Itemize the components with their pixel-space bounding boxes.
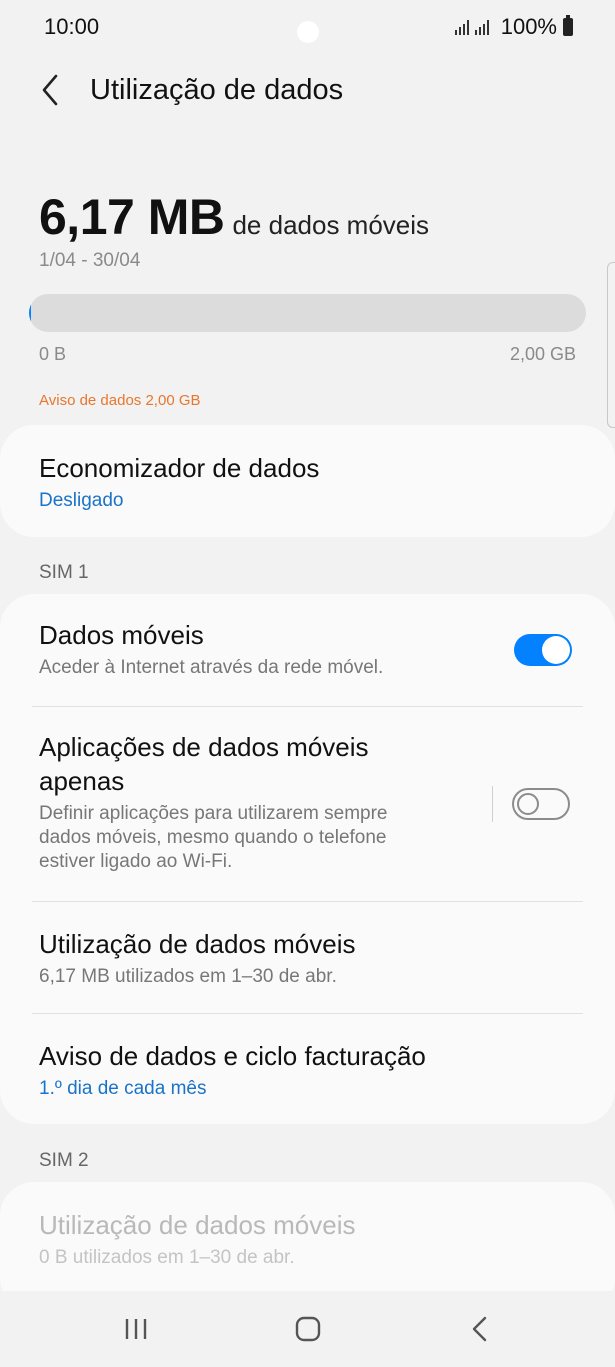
usage-progress-fill (29, 294, 31, 332)
home-button[interactable] (288, 1309, 328, 1349)
sim1-card: Dados móveis Aceder à Internet através d… (0, 594, 615, 1124)
mobile-only-apps-title-line2: apenas (39, 766, 125, 796)
usage-period: 1/04 - 30/04 (39, 250, 141, 271)
divider (32, 706, 583, 707)
back-button[interactable] (36, 72, 66, 108)
page-title: Utilização de dados (90, 74, 344, 106)
status-icons: 100% (454, 14, 573, 40)
usage-amount: 6,17 MB (39, 189, 225, 245)
status-bar: 10:00 100% (0, 0, 615, 56)
data-saver-status: Desligado (39, 490, 124, 511)
mobile-data-subtitle: Aceder à Internet através da rede móvel. (39, 657, 384, 678)
navigation-bar (0, 1291, 615, 1367)
mobile-only-apps-toggle[interactable] (512, 788, 570, 820)
nav-back-icon (472, 1316, 487, 1342)
sim2-usage-subtitle: 0 B utilizados em 1–30 de abr. (39, 1247, 295, 1268)
mobile-data-toggle[interactable] (514, 634, 572, 666)
mobile-only-apps-title: Aplicações de dados móveis apenas (39, 730, 485, 798)
sim2-usage-row: Utilização de dados móveis 0 B utilizado… (39, 1208, 576, 1270)
divider (32, 901, 583, 902)
sim2-usage-title: Utilização de dados móveis (39, 1210, 356, 1240)
mobile-usage-subtitle: 6,17 MB utilizados em 1–30 de abr. (39, 966, 337, 987)
recents-icon (125, 1319, 147, 1339)
mobile-data-row[interactable]: Dados móveis Aceder à Internet através d… (39, 618, 576, 680)
camera-cutout (297, 21, 319, 43)
usage-summary: 6,17 MB de dados móveis (39, 188, 429, 246)
chevron-left-icon (42, 74, 58, 106)
billing-cycle-subtitle: 1.º dia de cada mês (39, 1078, 207, 1099)
scroll-indicator (607, 262, 615, 428)
toggle-knob (542, 636, 570, 664)
mobile-only-apps-subtitle-line1: Definir aplicações para utilizarem sempr… (39, 803, 388, 824)
status-time: 10:00 (44, 14, 100, 39)
usage-axis-max: 2,00 GB (509, 344, 576, 364)
data-warning-label: Aviso de dados 2,00 GB (39, 392, 201, 409)
vertical-separator (492, 786, 493, 822)
recents-button[interactable] (116, 1309, 156, 1349)
billing-cycle-row[interactable]: Aviso de dados e ciclo facturação 1.º di… (39, 1039, 576, 1101)
mobile-usage-title: Utilização de dados móveis (39, 929, 356, 959)
mobile-only-apps-title-line1: Aplicações de dados móveis (39, 732, 369, 762)
phone-screen: 10:00 100% Utilização de dados 6,17 MB de… (0, 0, 615, 1367)
signal-icon (474, 19, 489, 35)
usage-suffix: de dados móveis (232, 210, 430, 240)
toggle-knob (517, 793, 539, 815)
mobile-data-title: Dados móveis (39, 620, 204, 650)
nav-back-button[interactable] (460, 1309, 500, 1349)
mobile-only-apps-subtitle-line3: estiver ligado ao Wi-Fi. (39, 851, 233, 872)
divider (32, 1013, 583, 1014)
app-header: Utilização de dados (0, 60, 615, 120)
sim2-section-label: SIM 2 (39, 1150, 89, 1171)
usage-progress-bar (29, 294, 586, 332)
battery-icon (563, 15, 573, 36)
signal-icon (454, 19, 469, 35)
billing-cycle-title: Aviso de dados e ciclo facturação (39, 1041, 426, 1071)
data-saver-card[interactable]: Economizador de dados Desligado (0, 425, 615, 537)
home-icon (295, 1316, 321, 1342)
data-saver-title: Economizador de dados (39, 453, 320, 483)
mobile-only-apps-row[interactable]: Aplicações de dados móveis apenas Defini… (39, 730, 485, 874)
mobile-only-apps-subtitle: Definir aplicações para utilizarem sempr… (39, 802, 485, 874)
mobile-only-apps-subtitle-line2: dados móveis, mesmo quando o telefone (39, 827, 387, 848)
battery-percentage: 100% (500, 14, 557, 39)
usage-axis-min: 0 B (39, 344, 67, 364)
mobile-usage-row[interactable]: Utilização de dados móveis 6,17 MB utili… (39, 927, 576, 989)
sim1-section-label: SIM 1 (39, 562, 89, 583)
